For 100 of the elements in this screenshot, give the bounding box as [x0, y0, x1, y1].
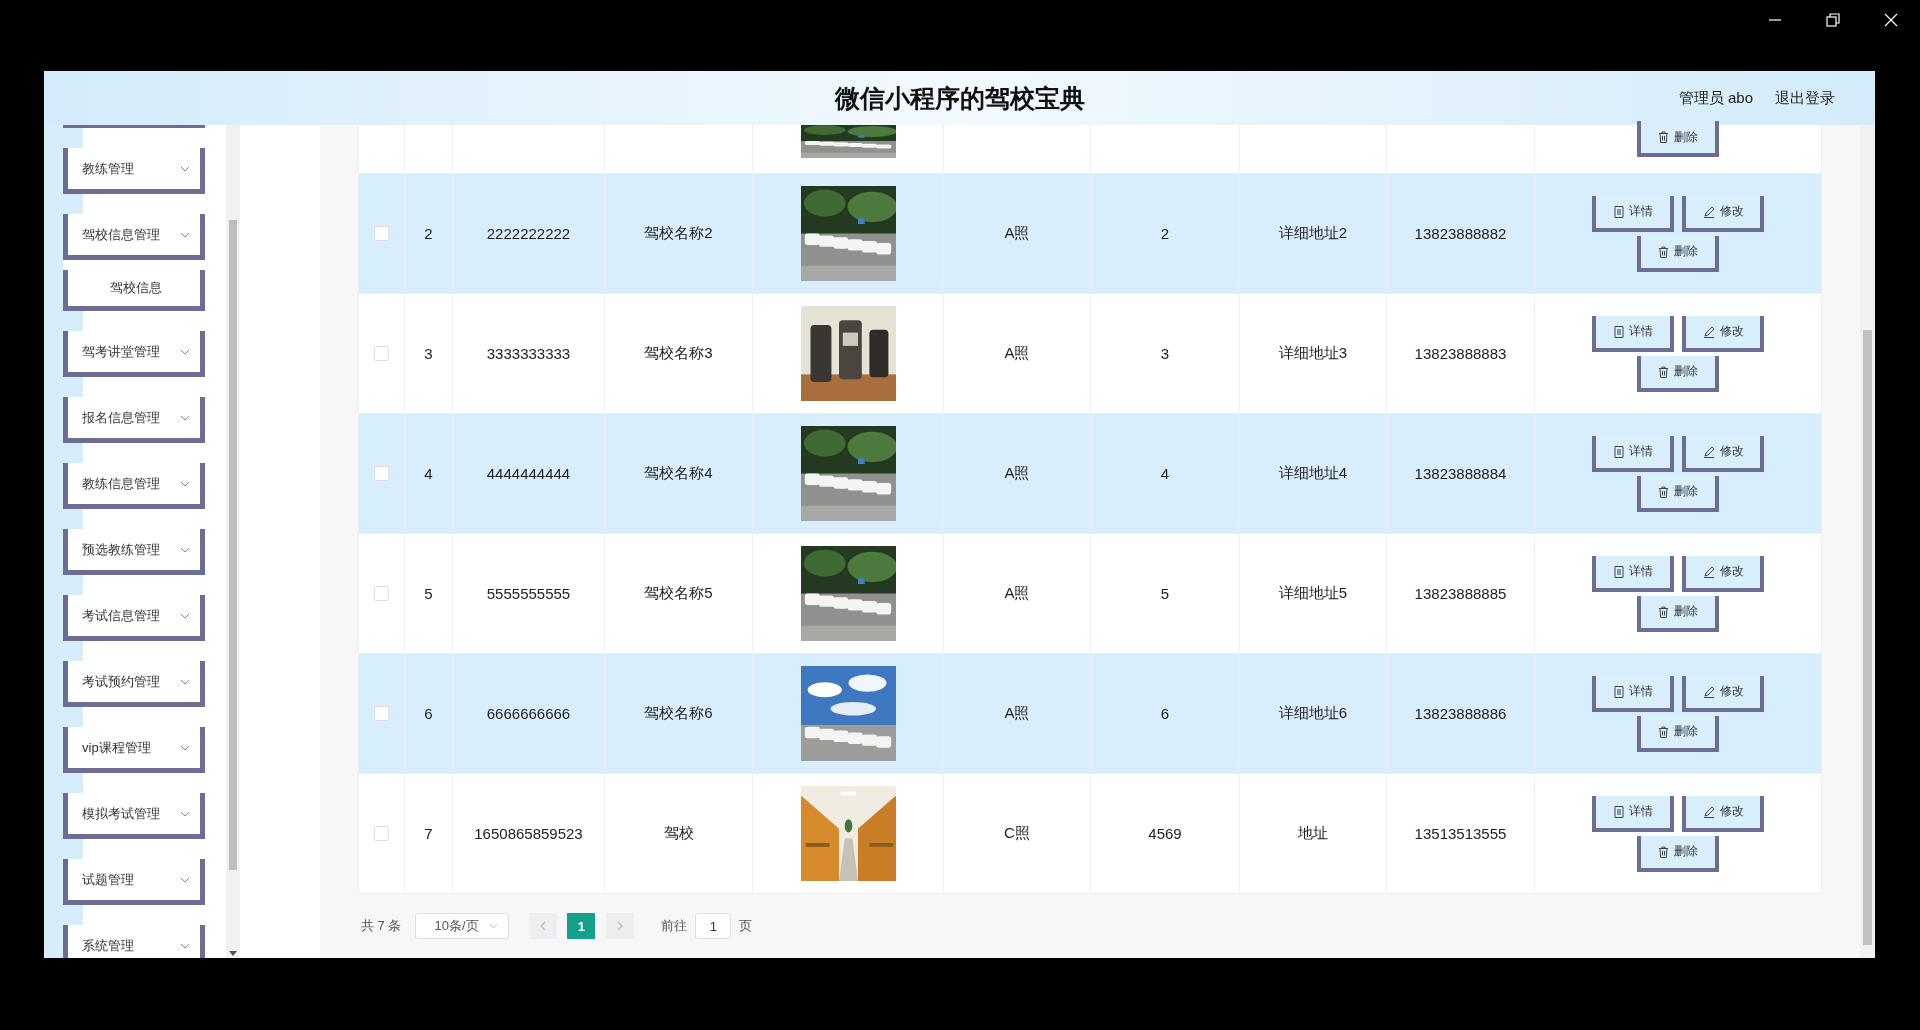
edit-button[interactable]: 修改 [1682, 675, 1764, 712]
menu-label: 报名信息管理 [82, 408, 160, 427]
menu-label: 考试信息管理 [82, 606, 160, 625]
table-cell: 驾校名称5 [644, 584, 713, 603]
delete-button[interactable]: 删除 [1637, 475, 1719, 512]
table-cell: 3 [1160, 345, 1170, 362]
row-checkbox[interactable] [374, 226, 389, 241]
menu-label: 驾考讲堂管理 [82, 342, 160, 361]
delete-button[interactable]: 删除 [1637, 835, 1719, 872]
page-size-select[interactable]: 10条/页 [415, 913, 510, 939]
edit-button[interactable]: 修改 [1682, 555, 1764, 592]
menu-item[interactable]: 驾校信息管理 [63, 214, 205, 260]
row-checkbox[interactable] [374, 466, 389, 481]
table-cell: 4 [1160, 465, 1170, 482]
table-cell: 2222222222 [486, 225, 571, 242]
menu-marker [63, 443, 83, 463]
logout-link[interactable]: 退出登录 [1775, 88, 1835, 108]
scrollbar[interactable] [1860, 125, 1875, 958]
table-cell: 驾校名称2 [644, 224, 713, 243]
table-cell: 详细地址4 [1278, 464, 1348, 483]
menu-marker [63, 905, 83, 925]
detail-button[interactable]: 详情 [1592, 555, 1674, 592]
table-cell: 驾校名称6 [644, 704, 713, 723]
pencil-icon [1702, 685, 1715, 698]
next-page-button[interactable] [606, 913, 635, 939]
scroll-down-arrow-icon[interactable] [229, 951, 237, 956]
page-suffix: 页 [739, 917, 753, 935]
edit-button[interactable]: 修改 [1682, 795, 1764, 832]
menu-item[interactable]: 模拟考试管理 [63, 793, 205, 839]
document-icon [1613, 565, 1624, 578]
menu-marker [63, 839, 83, 859]
chevron-down-icon [180, 165, 190, 172]
table-cell: 驾校名称4 [644, 464, 713, 483]
menu-item[interactable]: 报名信息管理 [63, 397, 205, 443]
menu-item[interactable]: 教练管理 [63, 148, 205, 194]
chevron-down-icon [180, 810, 190, 817]
edit-button[interactable]: 修改 [1682, 435, 1764, 472]
table-cell: A照 [1004, 584, 1030, 603]
menu-item[interactable]: 驾考讲堂管理 [63, 331, 205, 377]
table-cell: 详细地址5 [1278, 584, 1348, 603]
menu-label: 教练管理 [82, 159, 134, 178]
document-icon [1613, 445, 1624, 458]
table-cell: 13823888884 [1414, 465, 1507, 482]
table-cell: 详细地址3 [1278, 344, 1348, 363]
row-checkbox[interactable] [374, 586, 389, 601]
menu-item[interactable]: 试题管理 [63, 859, 205, 905]
pencil-icon [1702, 205, 1715, 218]
chevron-down-icon [180, 480, 190, 487]
menu-label: 试题管理 [82, 870, 134, 889]
previous-page-button[interactable] [529, 913, 558, 939]
delete-button[interactable]: 删除 [1637, 355, 1719, 392]
close-icon[interactable] [1884, 13, 1898, 27]
trash-icon [1658, 245, 1669, 258]
menu-label: 驾校信息管理 [82, 225, 160, 244]
table-cell: 6 [424, 705, 433, 722]
delete-button[interactable]: 删除 [1637, 235, 1719, 272]
page-input[interactable]: 1 [695, 913, 732, 939]
menu-marker [63, 128, 83, 148]
menu-item[interactable]: vip课程管理 [63, 727, 205, 773]
app-title: 微信小程序的驾校宝典 [834, 82, 1085, 114]
edit-button[interactable]: 修改 [1682, 195, 1764, 232]
row-checkbox[interactable] [374, 706, 389, 721]
menu-label: 预选教练管理 [82, 540, 160, 559]
chevron-down-icon [180, 942, 190, 949]
row-checkbox[interactable] [374, 826, 389, 841]
row-checkbox[interactable] [374, 346, 389, 361]
edit-button[interactable]: 修改 [1682, 315, 1764, 352]
delete-button[interactable]: 删除 [1637, 121, 1719, 157]
menu-marker [63, 641, 83, 661]
detail-button[interactable]: 详情 [1592, 675, 1674, 712]
scrollbar[interactable] [226, 125, 240, 958]
trash-icon [1658, 131, 1669, 143]
menu-label: 模拟考试管理 [82, 804, 160, 823]
menu-item[interactable]: 预选教练管理 [63, 529, 205, 575]
menu-item[interactable]: 考试预约管理 [63, 661, 205, 707]
document-icon [1613, 205, 1624, 218]
detail-button[interactable]: 详情 [1592, 795, 1674, 832]
menu-item[interactable]: 考试信息管理 [63, 595, 205, 641]
total-count: 共 7 条 [361, 917, 402, 935]
submenu-item[interactable]: 驾校信息 [63, 270, 205, 311]
menu-item[interactable]: 教练信息管理 [63, 463, 205, 509]
pencil-icon [1702, 325, 1715, 338]
detail-button[interactable]: 详情 [1592, 195, 1674, 232]
menu-item[interactable]: 系统管理 [63, 925, 205, 958]
chevron-down-icon [180, 546, 190, 553]
detail-button[interactable]: 详情 [1592, 315, 1674, 352]
table-cell: 6666666666 [486, 705, 571, 722]
chevron-down-icon [180, 876, 190, 883]
chevron-down-icon [180, 612, 190, 619]
table-cell: 详细地址2 [1278, 224, 1348, 243]
menu-label: 教练信息管理 [82, 474, 160, 493]
delete-button[interactable]: 删除 [1637, 595, 1719, 632]
detail-button[interactable]: 详情 [1592, 435, 1674, 472]
delete-button[interactable]: 删除 [1637, 715, 1719, 752]
menu-marker [63, 575, 83, 595]
chevron-down-icon [180, 348, 190, 355]
menu-marker [63, 194, 83, 214]
table-cell: 详细地址6 [1278, 704, 1348, 723]
restore-icon[interactable] [1826, 13, 1840, 27]
trash-icon [1658, 845, 1669, 858]
